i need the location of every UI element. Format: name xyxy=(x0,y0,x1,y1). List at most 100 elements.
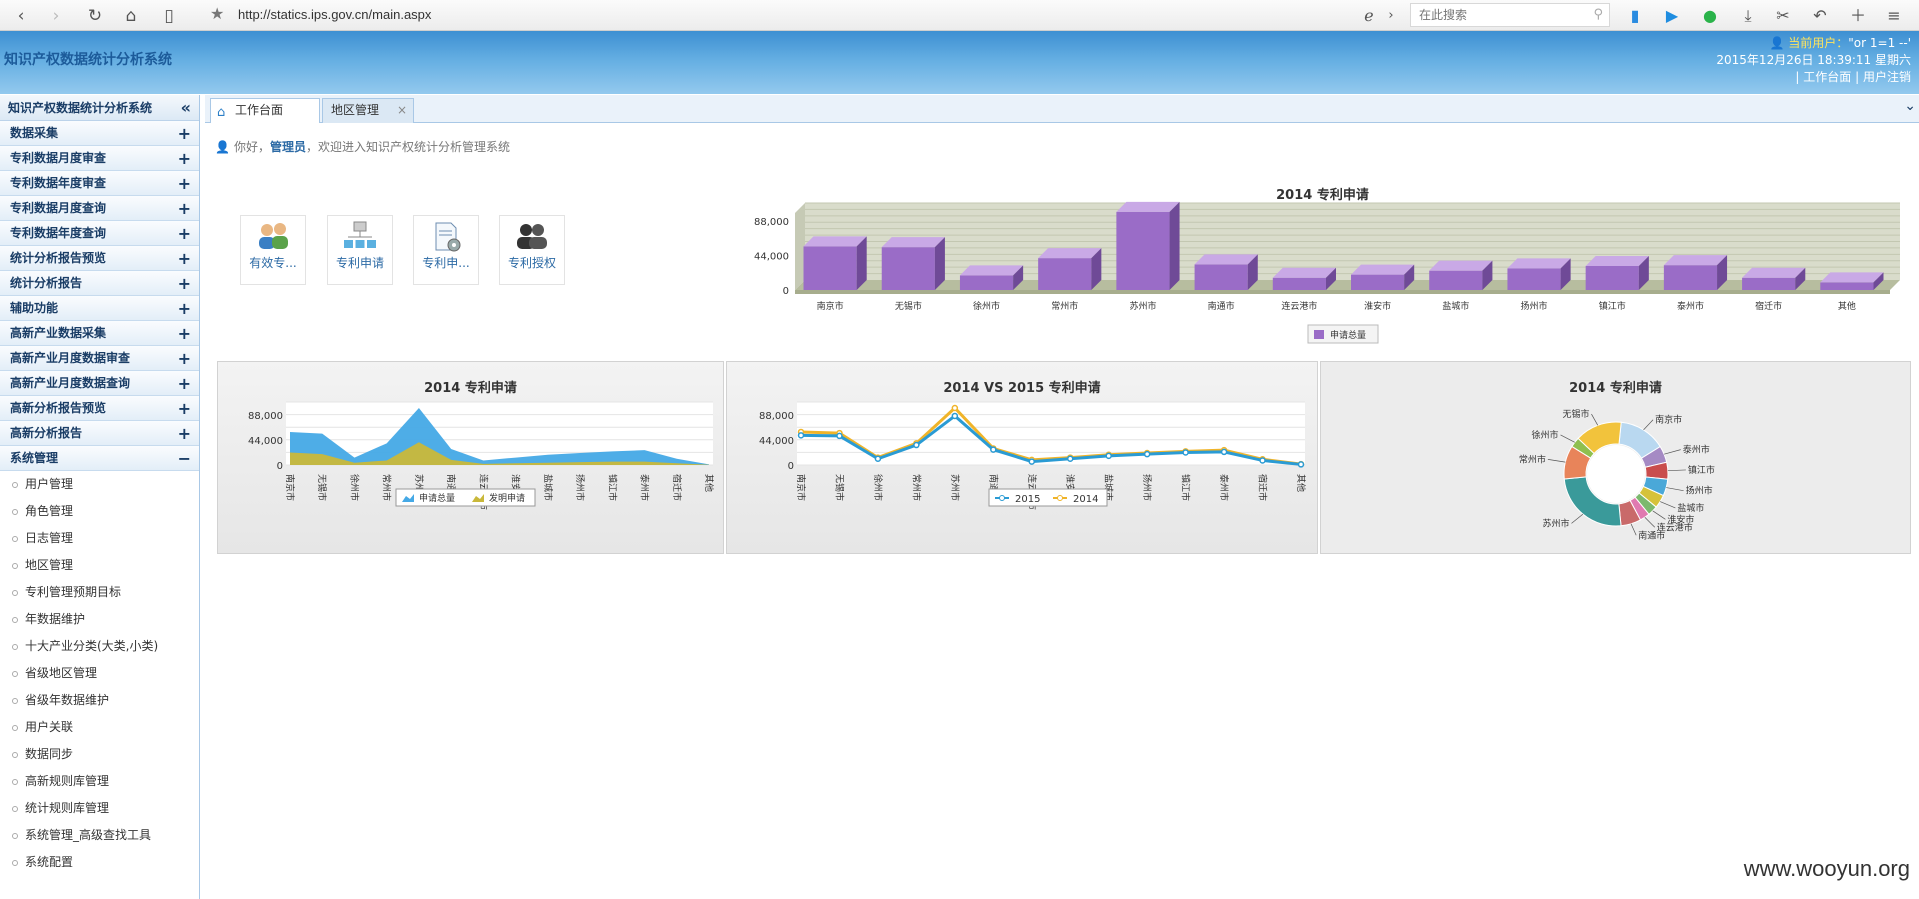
ie-icon[interactable]: ℯ xyxy=(1358,5,1380,27)
search-box[interactable]: ⚲ xyxy=(1410,3,1610,27)
sidebar-group-label: 数据采集 xyxy=(10,126,59,140)
workbench-link[interactable]: 工作台面 xyxy=(1803,70,1851,84)
chevron-right-icon[interactable]: › xyxy=(1380,5,1402,27)
document-gear-icon xyxy=(435,222,461,252)
sidebar-subitem[interactable]: 高新规则库管理 xyxy=(0,768,199,795)
sidebar-group[interactable]: 高新产业月度数据查询 + xyxy=(0,371,199,396)
sidebar-subitem[interactable]: 统计规则库管理 xyxy=(0,795,199,822)
sidebar-group[interactable]: 高新分析报告预览 + xyxy=(0,396,199,421)
sidebar-subitem[interactable]: 用户管理 xyxy=(0,471,199,498)
sidebar-group[interactable]: 辅助功能 + xyxy=(0,296,199,321)
x-tick-label: 南通市 xyxy=(1208,300,1235,312)
sidebar-subitem[interactable]: 系统管理_高级查找工具 xyxy=(0,822,199,849)
sidebar-group[interactable]: 专利数据月度审查 + xyxy=(0,146,199,171)
sidebar-group[interactable]: 数据采集 + xyxy=(0,121,199,146)
sidebar-group[interactable]: 专利数据月度查询 + xyxy=(0,196,199,221)
expand-toggle-icon[interactable]: + xyxy=(178,321,191,346)
menu-icon[interactable]: ≡ xyxy=(1883,5,1905,27)
expand-toggle-icon[interactable]: + xyxy=(178,171,191,196)
y-tick-label: 0 xyxy=(277,461,283,472)
pie-label: 南通市 xyxy=(1638,529,1665,541)
shortcut-valid-patents[interactable]: 有效专... xyxy=(240,215,306,285)
sidebar-group[interactable]: 统计分析报告预览 + xyxy=(0,246,199,271)
address-bar[interactable]: http://statics.ips.gov.cn/main.aspx xyxy=(238,7,431,22)
sidebar-subitem[interactable]: 用户关联 xyxy=(0,714,199,741)
plus-icon[interactable]: ＋ xyxy=(1847,5,1869,27)
reload-icon[interactable]: ↻ xyxy=(84,5,106,27)
sidebar-subitem-label: 系统管理_高级查找工具 xyxy=(25,828,152,842)
expand-toggle-icon[interactable]: + xyxy=(178,121,191,146)
wechat-icon[interactable]: ● xyxy=(1699,5,1721,27)
close-icon[interactable]: × xyxy=(397,99,407,122)
scissors-icon[interactable]: ✂ xyxy=(1772,5,1794,27)
expand-toggle-icon[interactable]: − xyxy=(178,446,191,471)
expand-toggle-icon[interactable]: + xyxy=(178,246,191,271)
sidebar-group[interactable]: 高新分析报告 + xyxy=(0,421,199,446)
double-chevron-left-icon[interactable]: « xyxy=(181,95,191,121)
sidebar-group[interactable]: 统计分析报告 + xyxy=(0,271,199,296)
sidebar-group[interactable]: 专利数据年度审查 + xyxy=(0,171,199,196)
x-tick-label: 盐城市 xyxy=(1442,300,1469,312)
sidebar-subitem[interactable]: 省级地区管理 xyxy=(0,660,199,687)
expand-toggle-icon[interactable]: + xyxy=(178,196,191,221)
search-input[interactable] xyxy=(1411,4,1581,26)
sidebar-group[interactable]: 专利数据年度查询 + xyxy=(0,221,199,246)
x-tick-label: 徐州市 xyxy=(872,474,884,501)
play-icon[interactable]: ▶ xyxy=(1661,5,1683,27)
sidebar-subitem-label: 角色管理 xyxy=(25,504,74,518)
home-browser-icon[interactable]: ⌂ xyxy=(120,5,142,27)
user-avatar-icon: 👤 xyxy=(1769,36,1785,50)
shortcut-patent-grant[interactable]: 专利授权 xyxy=(499,215,565,285)
sidebar-subitem[interactable]: 系统配置 xyxy=(0,849,199,876)
tab-workbench[interactable]: ⌂ 工作台面 xyxy=(210,98,320,123)
star-icon[interactable]: ★ xyxy=(210,4,224,23)
sidebar-group[interactable]: 高新产业数据采集 + xyxy=(0,321,199,346)
sidebar-subitem[interactable]: 省级年数据维护 xyxy=(0,687,199,714)
shortcut-patent-apply-2[interactable]: 专利申... xyxy=(413,215,479,285)
sidebar-subitem[interactable]: 数据同步 xyxy=(0,741,199,768)
expand-toggle-icon[interactable]: + xyxy=(178,146,191,171)
tab-region-management[interactable]: 地区管理 × xyxy=(322,98,414,123)
undo-icon[interactable]: ↶ xyxy=(1809,5,1831,27)
reader-icon[interactable]: ▯ xyxy=(158,5,180,27)
pie-label: 泰州市 xyxy=(1683,444,1710,456)
bar-top xyxy=(1663,255,1728,266)
line-chart-title: 2014 VS 2015 专利申请 xyxy=(943,381,1101,396)
sidebar-group[interactable]: 高新产业月度数据审查 + xyxy=(0,346,199,371)
phone-icon[interactable]: ▮ xyxy=(1624,5,1646,27)
x-tick-label: 南京市 xyxy=(817,300,844,312)
expand-toggle-icon[interactable]: + xyxy=(178,346,191,371)
expand-toggle-icon[interactable]: + xyxy=(178,371,191,396)
sidebar-group-label: 辅助功能 xyxy=(10,301,59,315)
sidebar-subitem[interactable]: 地区管理 xyxy=(0,552,199,579)
line-point xyxy=(797,432,805,439)
sidebar-group-label: 统计分析报告预览 xyxy=(10,251,107,265)
shortcut-patent-apply[interactable]: 专利申请 xyxy=(327,215,393,285)
expand-toggle-icon[interactable]: + xyxy=(178,271,191,296)
sidebar-group[interactable]: 系统管理 − xyxy=(0,446,199,471)
search-icon[interactable]: ⚲ xyxy=(1593,7,1603,22)
expand-toggle-icon[interactable]: + xyxy=(178,396,191,421)
expand-toggle-icon[interactable]: + xyxy=(178,221,191,246)
pie-chart-title: 2014 专利申请 xyxy=(1569,381,1662,396)
pie-leader xyxy=(1666,487,1684,492)
bar-chart-container: 2014 专利申请 0 44,000 88,000 南京市 无锡市 徐州市 常州市 苏州市 南通… xyxy=(735,178,1910,348)
sidebar-subitem[interactable]: 十大产业分类(大类,小类) xyxy=(0,633,199,660)
back-icon[interactable]: ‹ xyxy=(10,5,32,27)
sidebar-subitem[interactable]: 专利管理预期目标 xyxy=(0,579,199,606)
sidebar-subitem[interactable]: 角色管理 xyxy=(0,498,199,525)
x-tick-label: 其他 xyxy=(703,474,715,492)
tab-label: 地区管理 xyxy=(331,103,380,117)
bar xyxy=(1429,270,1483,290)
line-point xyxy=(874,455,882,462)
x-tick-label: 常州市 xyxy=(1051,300,1078,312)
chevron-double-down-icon[interactable]: ⌄ xyxy=(1904,98,1916,114)
sidebar-subitem[interactable]: 日志管理 xyxy=(0,525,199,552)
sidebar-subitem[interactable]: 年数据维护 xyxy=(0,606,199,633)
user-icon: 👤 xyxy=(215,140,230,154)
download-icon[interactable]: ⤓ xyxy=(1737,5,1759,27)
expand-toggle-icon[interactable]: + xyxy=(178,296,191,321)
logout-link[interactable]: 用户注销 xyxy=(1863,70,1911,84)
forward-icon[interactable]: › xyxy=(45,5,67,27)
expand-toggle-icon[interactable]: + xyxy=(178,421,191,446)
